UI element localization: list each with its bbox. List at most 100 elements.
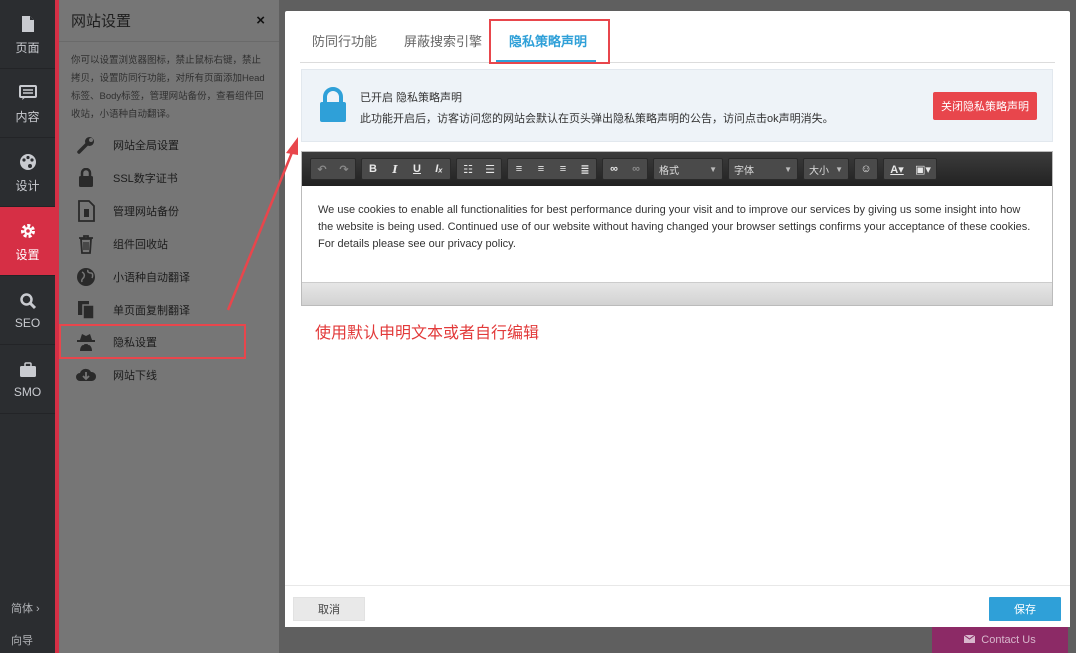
modal-tabs: 防同行功能 屏蔽搜索引擎 隐私策略声明 bbox=[300, 25, 1055, 63]
background-color-icon[interactable]: ▣▾ bbox=[910, 159, 936, 179]
link-group: ∞ ∞ bbox=[602, 158, 648, 180]
format-select[interactable]: 格式 ▼ bbox=[653, 158, 723, 180]
font-label: 字体 bbox=[734, 165, 754, 177]
editor-toolbar: ↶ ↷ B I U Iₓ ☷ ☰ ≡ ≡ ≡ ≣ ∞ ∞ 格式 ▼ 字体 ▼ 大… bbox=[302, 152, 1052, 186]
editor-content[interactable]: We use cookies to enable all functionali… bbox=[302, 186, 1052, 283]
size-select[interactable]: 大小 ▼ bbox=[803, 158, 849, 180]
format-label: 格式 bbox=[659, 165, 679, 177]
emoji-icon[interactable]: ☺ bbox=[855, 159, 877, 179]
menu-item-label: SSL数字证书 bbox=[113, 173, 178, 185]
globe-icon bbox=[59, 267, 113, 287]
underline-icon[interactable]: U bbox=[406, 159, 428, 179]
backup-file-icon bbox=[59, 200, 113, 222]
rich-text-editor: ↶ ↷ B I U Iₓ ☷ ☰ ≡ ≡ ≡ ≣ ∞ ∞ 格式 ▼ 字体 ▼ 大… bbox=[301, 151, 1053, 306]
language-switch[interactable]: 简体 › bbox=[0, 600, 55, 616]
size-label: 大小 bbox=[809, 165, 829, 177]
lock-icon bbox=[59, 168, 113, 188]
save-button[interactable]: 保存 bbox=[989, 597, 1061, 621]
nav-seo-label: SEO bbox=[14, 316, 41, 330]
nav-smo-label: SMO bbox=[13, 385, 42, 399]
panel-header: 网站设置 × bbox=[59, 0, 279, 42]
menu-highlight-box bbox=[59, 324, 246, 359]
nav-content[interactable]: 内容 bbox=[0, 69, 55, 138]
nav-content-label: 内容 bbox=[15, 109, 40, 124]
contact-us-label: Contact Us bbox=[981, 634, 1036, 646]
clear-format-icon[interactable]: Iₓ bbox=[428, 159, 450, 179]
chevron-down-icon: ▼ bbox=[835, 164, 843, 174]
unlink-icon[interactable]: ∞ bbox=[625, 159, 647, 179]
nav-settings-label: 设置 bbox=[15, 247, 40, 262]
envelope-icon bbox=[963, 634, 976, 646]
search-icon bbox=[19, 290, 37, 312]
guide-link[interactable]: 向导 bbox=[0, 632, 55, 648]
italic-icon[interactable]: I bbox=[384, 159, 406, 179]
align-left-icon[interactable]: ≡ bbox=[508, 159, 530, 179]
lock-icon bbox=[319, 87, 347, 126]
menu-item-label: 网站下线 bbox=[113, 370, 157, 382]
nav-seo[interactable]: SEO bbox=[0, 276, 55, 345]
history-group: ↶ ↷ bbox=[310, 158, 356, 180]
menu-item-label: 管理网站备份 bbox=[113, 206, 179, 218]
menu-item-ssl[interactable]: SSL数字证书 bbox=[59, 162, 279, 194]
emoji-group: ☺ bbox=[854, 158, 878, 180]
link-icon[interactable]: ∞ bbox=[603, 159, 625, 179]
panel-title: 网站设置 bbox=[71, 13, 132, 30]
bold-icon[interactable]: B bbox=[362, 159, 384, 179]
annotation-note: 使用默认申明文本或者自行编辑 bbox=[315, 323, 540, 342]
cancel-button[interactable]: 取消 bbox=[293, 597, 365, 621]
page-icon bbox=[20, 13, 36, 35]
trash-icon bbox=[59, 234, 113, 254]
color-group: A▾ ▣▾ bbox=[883, 158, 937, 180]
editor-statusbar bbox=[302, 283, 1052, 305]
menu-item-label: 组件回收站 bbox=[113, 239, 168, 251]
wrench-icon bbox=[59, 135, 113, 155]
tab-anti-peer[interactable]: 防同行功能 bbox=[312, 31, 377, 50]
cloud-download-icon bbox=[59, 366, 113, 384]
align-group: ≡ ≡ ≡ ≣ bbox=[507, 158, 597, 180]
undo-icon[interactable]: ↶ bbox=[311, 159, 333, 179]
nav-page-label: 页面 bbox=[15, 40, 40, 55]
chevron-down-icon: ▼ bbox=[784, 164, 792, 174]
unordered-list-icon[interactable]: ☰ bbox=[479, 159, 501, 179]
nav-settings[interactable]: 设置 bbox=[0, 207, 55, 276]
gear-icon bbox=[19, 220, 37, 242]
privacy-notice: 已开启 隐私策略声明 此功能开启后，访客访问您的网站会默认在页头弹出隐私策略声明… bbox=[301, 69, 1053, 142]
notice-title: 已开启 隐私策略声明 bbox=[360, 92, 463, 104]
copy-icon bbox=[59, 300, 113, 320]
list-group: ☷ ☰ bbox=[456, 158, 502, 180]
tab-highlight-box bbox=[489, 19, 610, 64]
align-right-icon[interactable]: ≡ bbox=[552, 159, 574, 179]
menu-item-recycle-bin[interactable]: 组件回收站 bbox=[59, 228, 279, 260]
close-icon[interactable]: × bbox=[256, 12, 265, 29]
main-sidebar: 页面 内容 设计 设置 SEO SMO 简体 › 向导 bbox=[0, 0, 55, 653]
font-select[interactable]: 字体 ▼ bbox=[728, 158, 798, 180]
menu-item-label: 网站全局设置 bbox=[113, 140, 179, 152]
redo-icon[interactable]: ↷ bbox=[333, 159, 355, 179]
nav-smo[interactable]: SMO bbox=[0, 345, 55, 414]
panel-description: 你可以设置浏览器图标，禁止鼠标右键，禁止拷贝，设置防同行功能，对所有页面添加He… bbox=[71, 55, 265, 120]
menu-item-backup[interactable]: 管理网站备份 bbox=[59, 195, 279, 227]
menu-item-global-settings[interactable]: 网站全局设置 bbox=[59, 129, 279, 161]
notice-description: 此功能开启后，访客访问您的网站会默认在页头弹出隐私策略声明的公告，访问点击ok声… bbox=[360, 113, 834, 125]
menu-item-label: 单页面复制翻译 bbox=[113, 305, 190, 317]
ordered-list-icon[interactable]: ☷ bbox=[457, 159, 479, 179]
close-privacy-policy-button[interactable]: 关闭隐私策略声明 bbox=[933, 92, 1037, 120]
align-center-icon[interactable]: ≡ bbox=[530, 159, 552, 179]
menu-item-take-offline[interactable]: 网站下线 bbox=[59, 359, 279, 391]
contact-us-button[interactable]: Contact Us bbox=[932, 627, 1068, 653]
text-style-group: B I U Iₓ bbox=[361, 158, 451, 180]
text-color-icon[interactable]: A▾ bbox=[884, 159, 910, 179]
menu-item-label: 小语种自动翻译 bbox=[113, 272, 190, 284]
chevron-down-icon: ▼ bbox=[709, 164, 717, 174]
menu-item-page-copy-translate[interactable]: 单页面复制翻译 bbox=[59, 294, 279, 326]
palette-icon bbox=[19, 151, 37, 173]
nav-page[interactable]: 页面 bbox=[0, 0, 55, 69]
align-justify-icon[interactable]: ≣ bbox=[574, 159, 596, 179]
menu-item-auto-translate[interactable]: 小语种自动翻译 bbox=[59, 261, 279, 293]
content-icon bbox=[18, 82, 37, 104]
briefcase-icon bbox=[19, 359, 37, 381]
nav-design[interactable]: 设计 bbox=[0, 138, 55, 207]
tab-block-search-engines[interactable]: 屏蔽搜索引擎 bbox=[404, 31, 482, 50]
nav-design-label: 设计 bbox=[15, 178, 40, 193]
privacy-modal: 防同行功能 屏蔽搜索引擎 隐私策略声明 已开启 隐私策略声明 此功能开启后，访客… bbox=[285, 11, 1070, 627]
